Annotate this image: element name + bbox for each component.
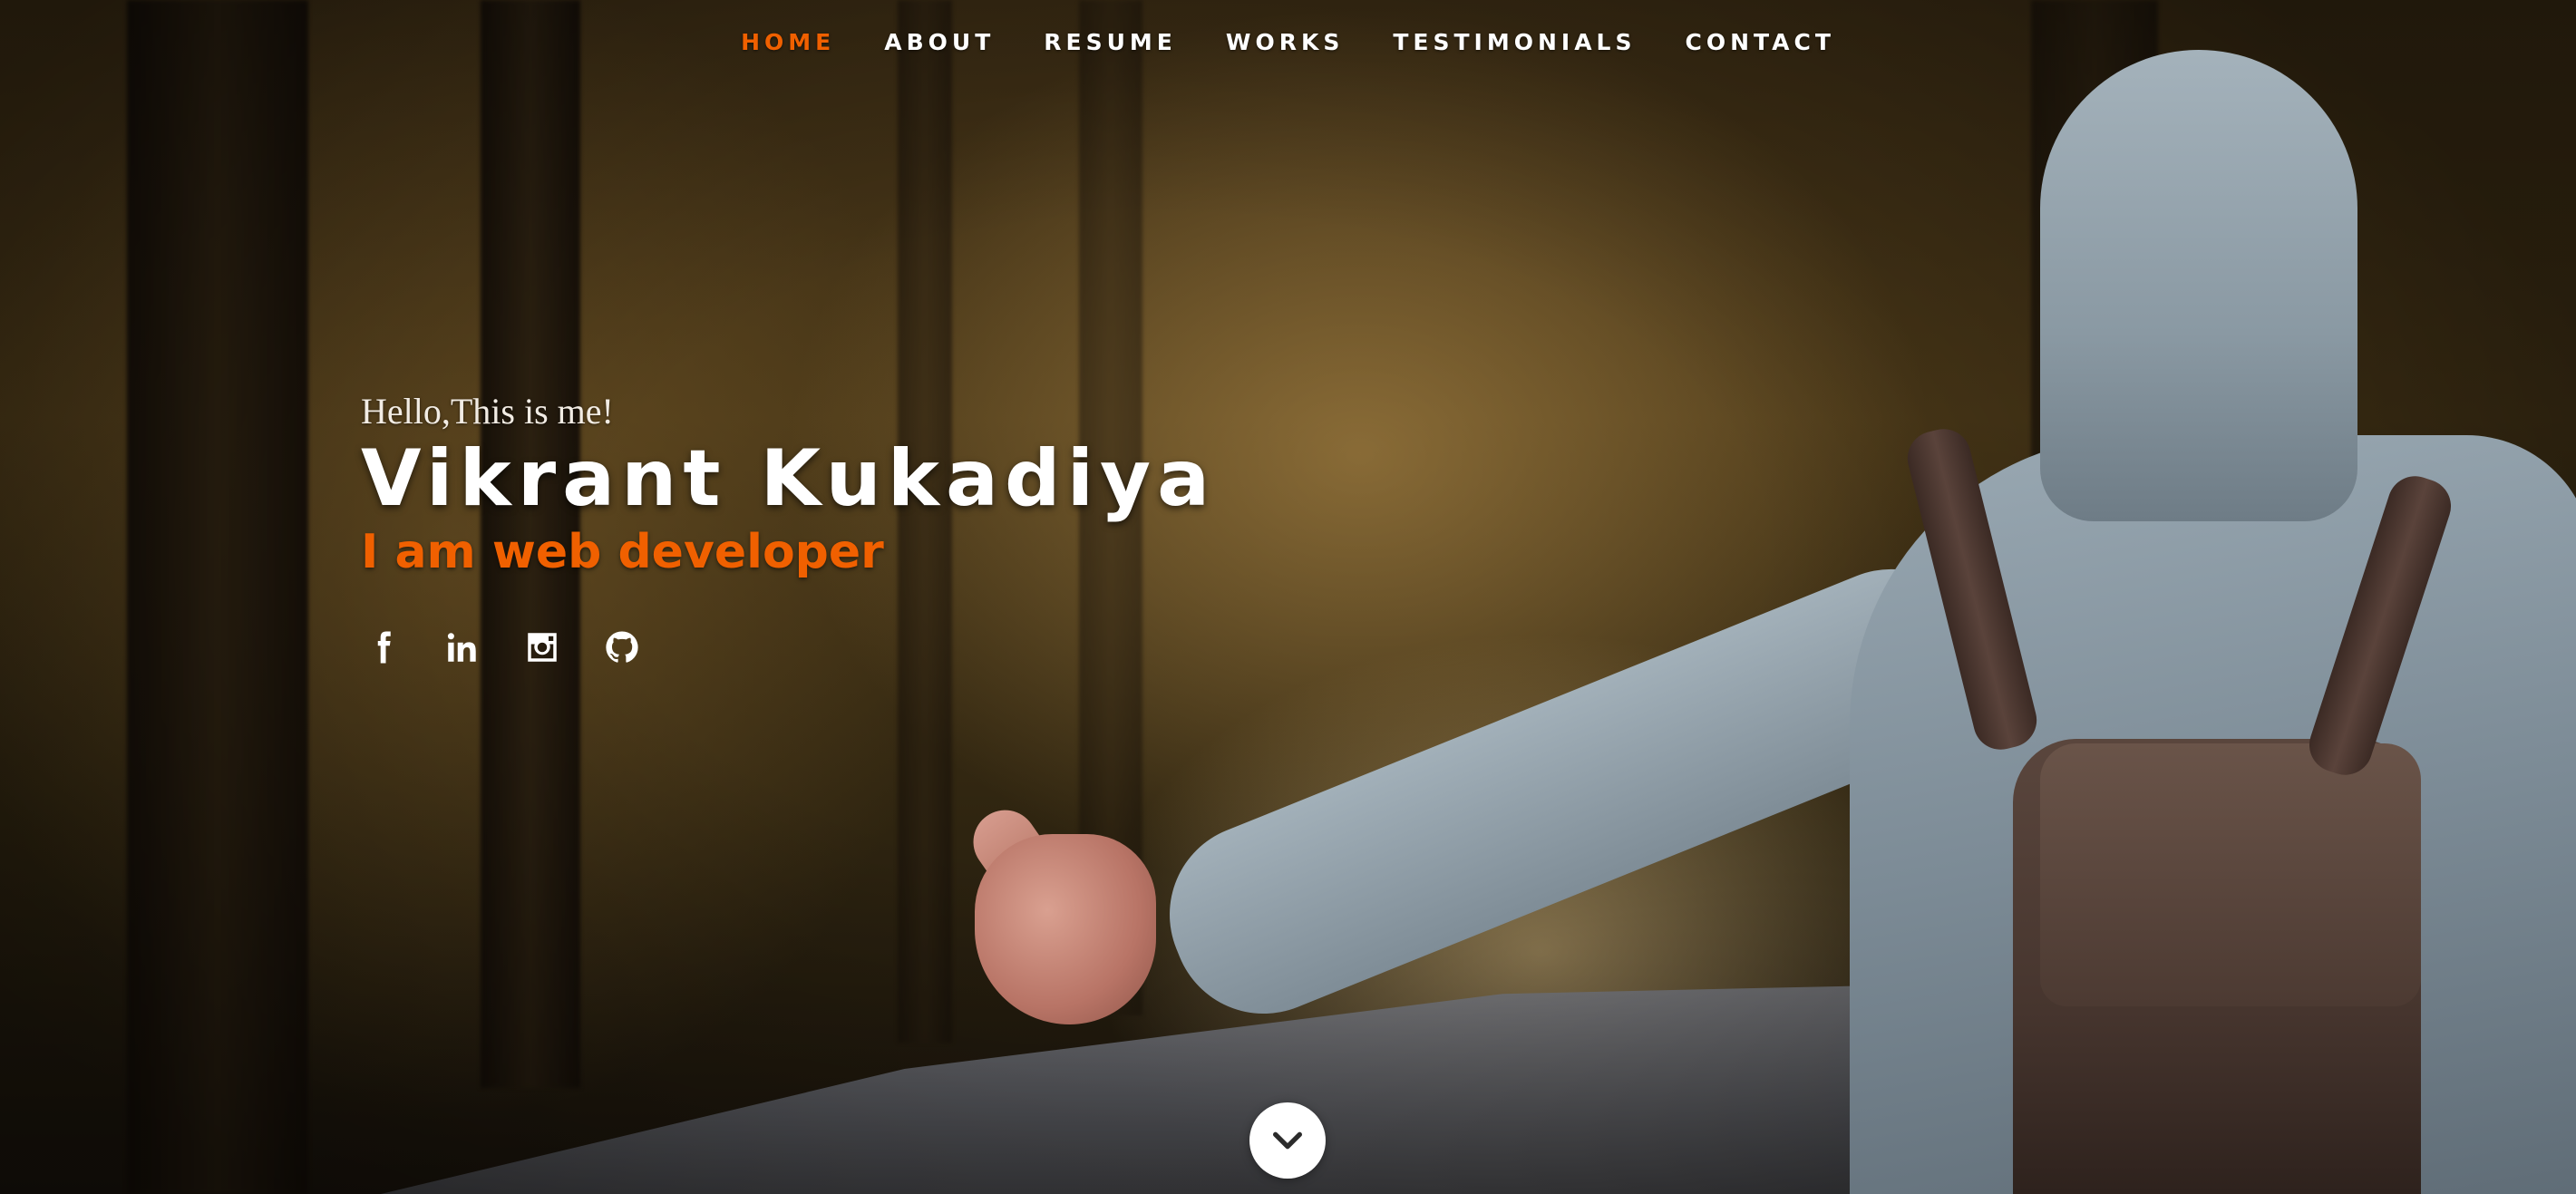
- linkedin-icon[interactable]: [441, 626, 484, 669]
- nav-testimonials[interactable]: TESTIMONIALS: [1393, 25, 1636, 59]
- intro-block: Hello,This is me! Vikrant Kukadiya I am …: [361, 390, 1216, 669]
- social-links: [361, 626, 1216, 669]
- backpack-flap: [2040, 743, 2421, 1006]
- nav-resume[interactable]: RESUME: [1044, 25, 1177, 59]
- nav-about[interactable]: ABOUT: [884, 25, 995, 59]
- person-hand: [975, 834, 1156, 1024]
- greeting-text: Hello,This is me!: [361, 391, 614, 432]
- scroll-down-button[interactable]: [1249, 1102, 1326, 1179]
- nav-contact[interactable]: CONTACT: [1685, 25, 1834, 59]
- hero-name: Vikrant Kukadiya: [361, 433, 1217, 524]
- instagram-icon[interactable]: [520, 626, 564, 669]
- chevron-down-icon: [1273, 1131, 1302, 1150]
- github-icon[interactable]: [600, 626, 644, 669]
- facebook-icon[interactable]: [361, 626, 404, 669]
- nav-home[interactable]: HOME: [741, 25, 835, 59]
- person-hood: [2040, 50, 2357, 521]
- hero-section: HOME ABOUT RESUME WORKS TESTIMONIALS CON…: [0, 0, 2576, 1194]
- nav-works[interactable]: WORKS: [1226, 25, 1344, 59]
- main-nav: HOME ABOUT RESUME WORKS TESTIMONIALS CON…: [0, 25, 2576, 59]
- hero-role: I am web developer: [361, 524, 884, 579]
